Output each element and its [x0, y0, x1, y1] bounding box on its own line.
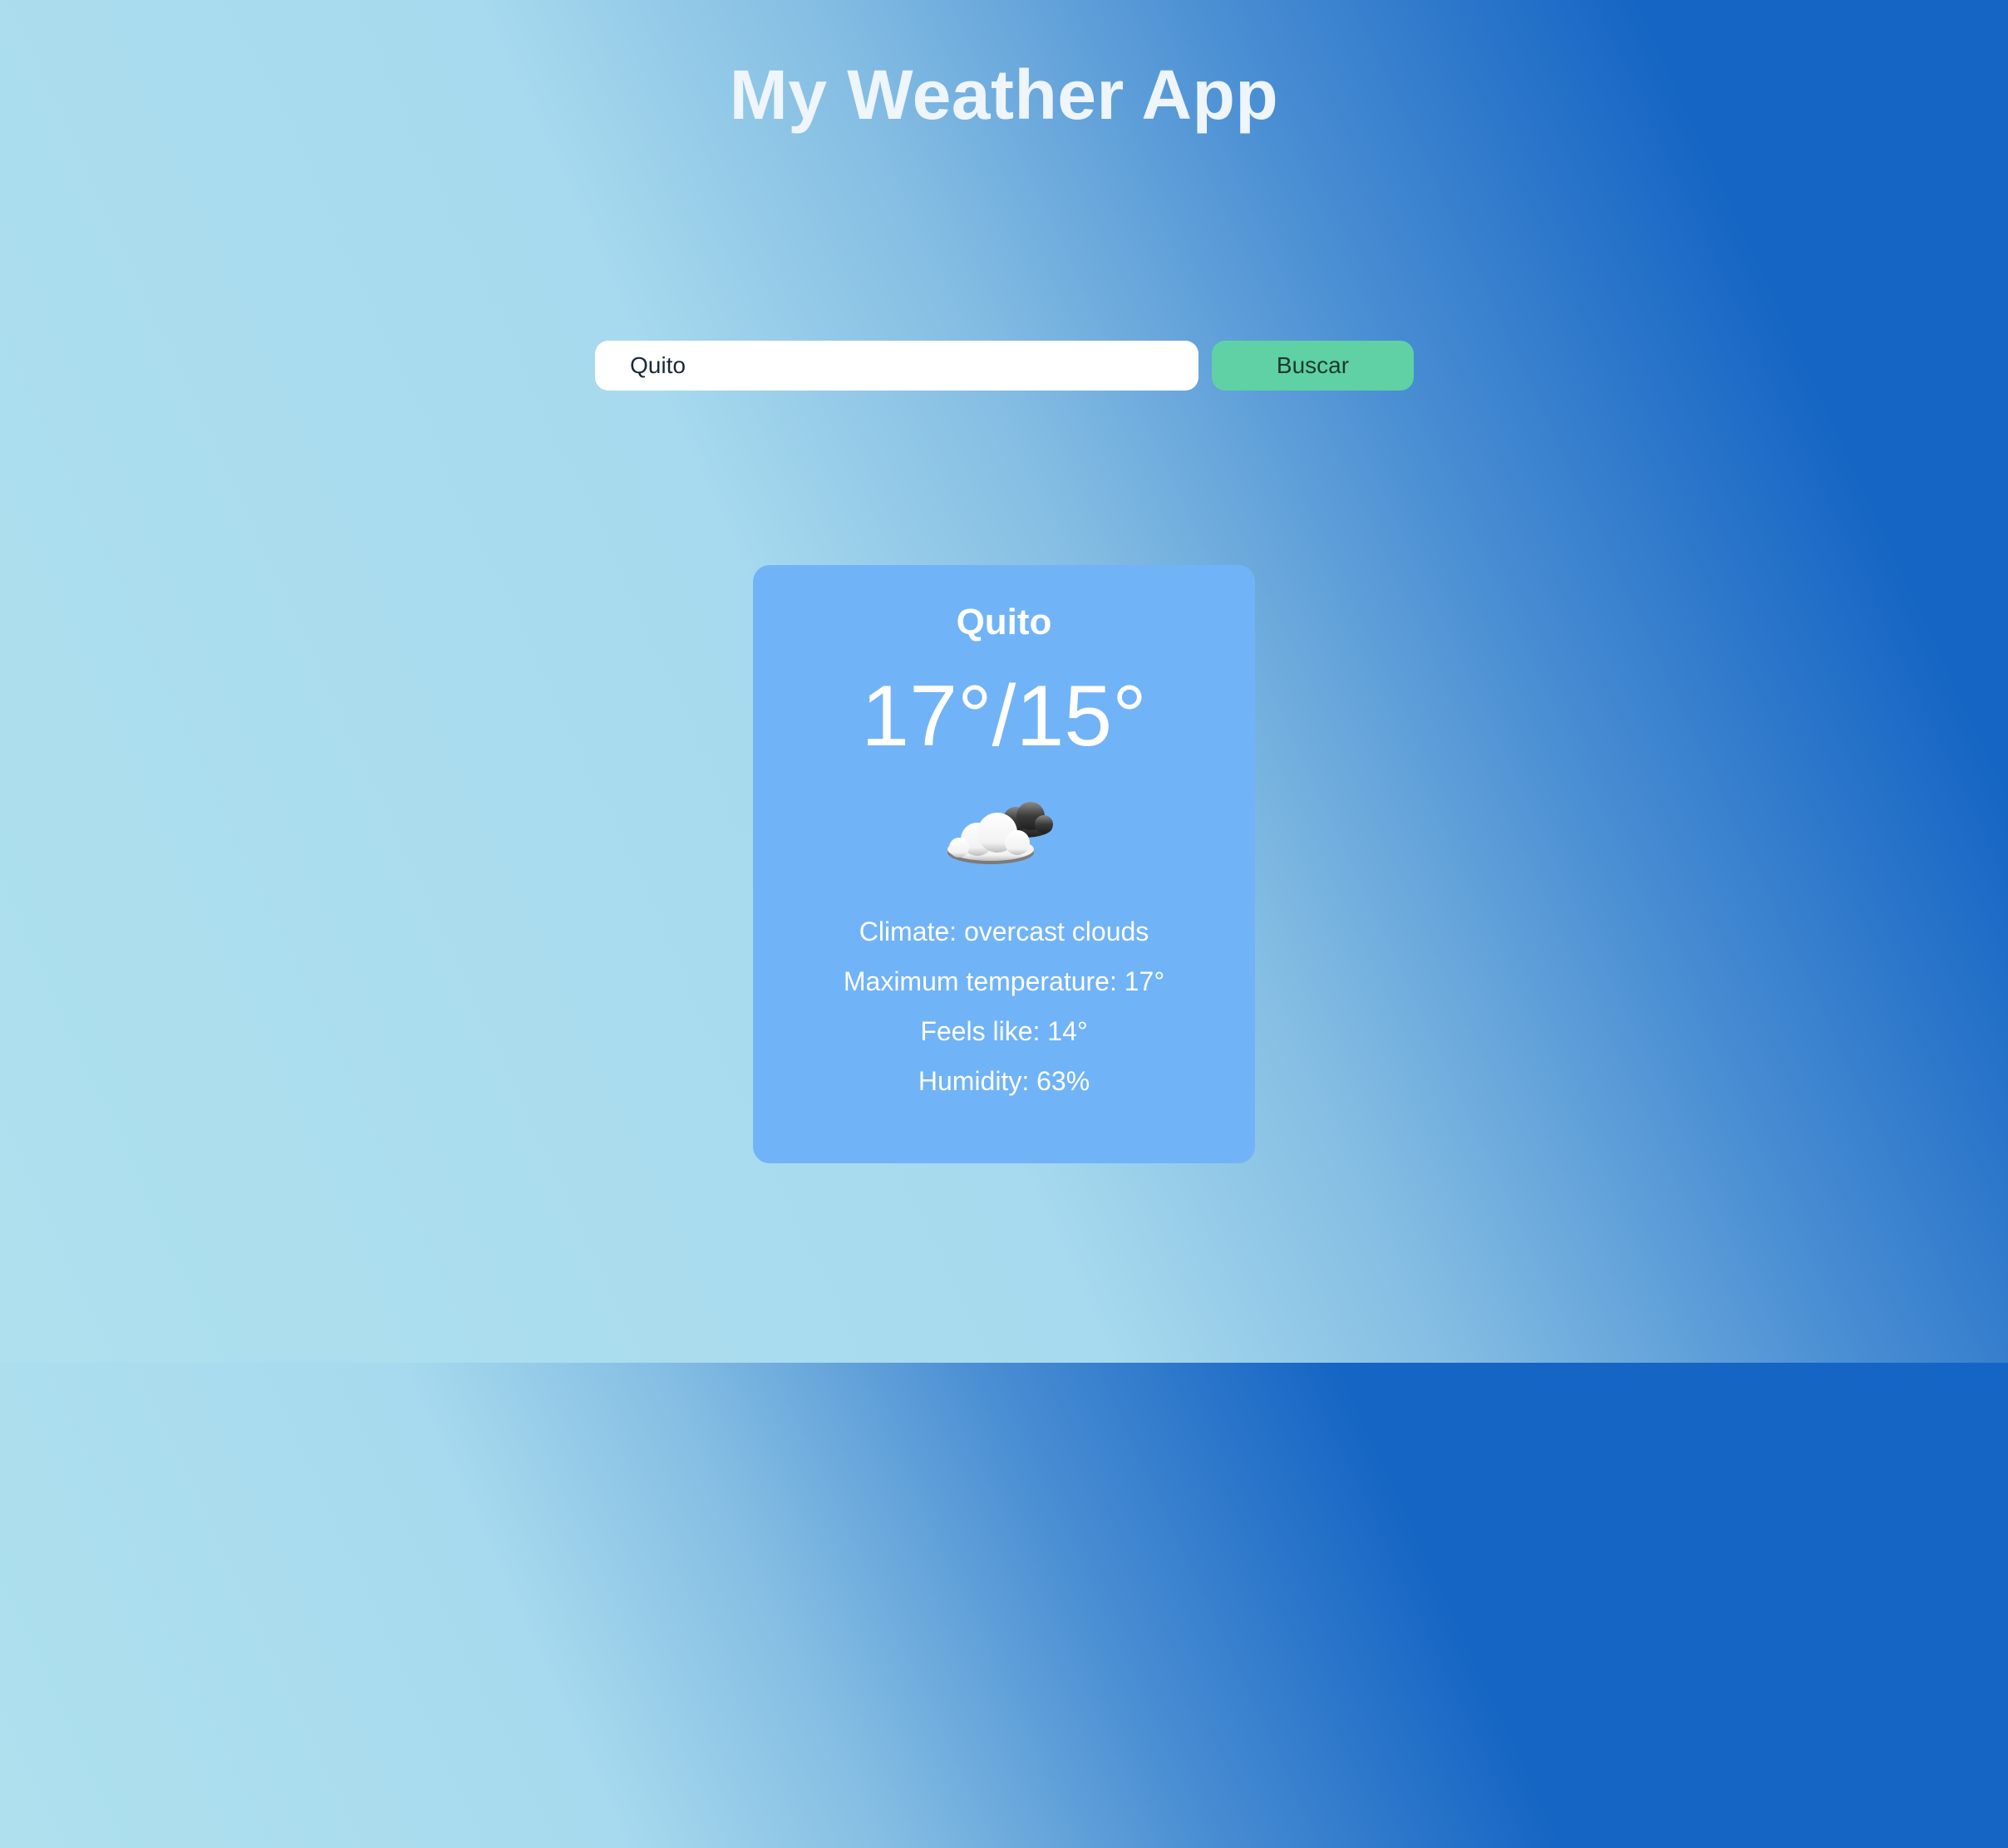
page-title: My Weather App [729, 56, 1279, 134]
temperature-range: 17°/15° [861, 668, 1147, 764]
detail-humidity: Humidity: 63% [918, 1066, 1090, 1096]
search-button[interactable]: Buscar [1212, 341, 1414, 391]
detail-max-temperature: Maximum temperature: 17° [843, 966, 1165, 996]
detail-climate: Climate: overcast clouds [859, 917, 1149, 946]
page-background-bottom [0, 1363, 2008, 1848]
weather-card: Quito 17°/15° Climate: overcast clouds M… [753, 565, 1255, 1163]
city-name: Quito [956, 602, 1052, 642]
detail-feels-like: Feels like: 14° [920, 1016, 1088, 1046]
cloudy-icon [947, 802, 1053, 864]
city-search-input[interactable] [595, 341, 1198, 391]
